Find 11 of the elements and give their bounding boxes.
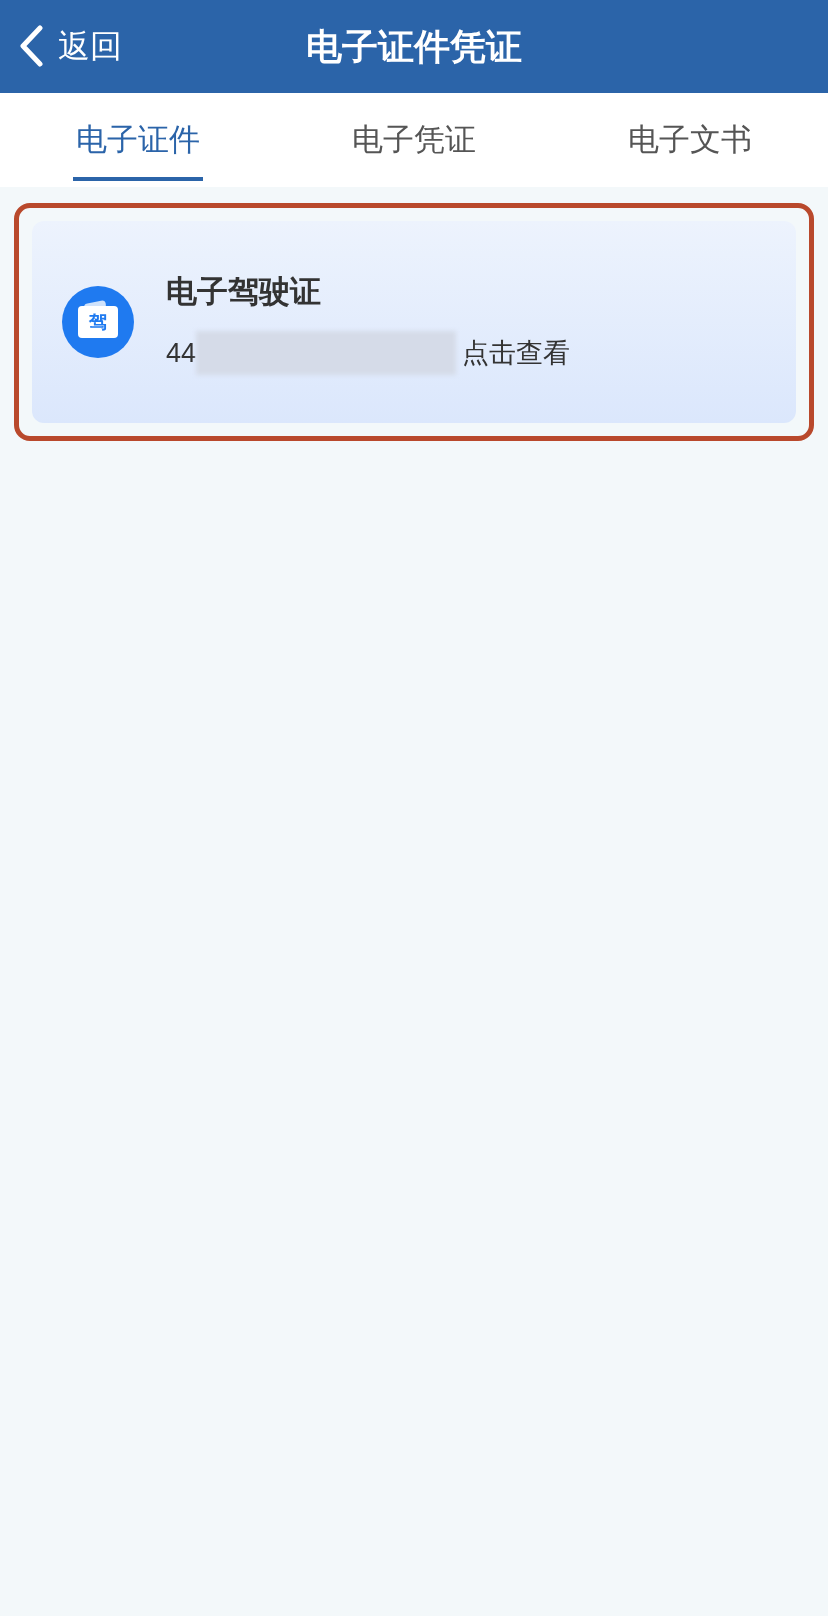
license-card[interactable]: 驾 电子驾驶证 44 点击查看	[32, 221, 796, 423]
license-icon: 驾	[62, 286, 134, 358]
license-number: 44	[166, 337, 197, 370]
view-link[interactable]: 点击查看	[462, 333, 571, 374]
tab[interactable]: 电子凭证	[276, 93, 552, 187]
back-button[interactable]: 返回	[18, 22, 122, 70]
page-title: 电子证件凭证	[306, 24, 522, 69]
back-icon	[18, 25, 44, 67]
card-title: 电子驾驶证	[166, 272, 322, 311]
tab[interactable]: 电子文书	[552, 93, 828, 187]
tab[interactable]: 电子证件	[0, 93, 276, 187]
